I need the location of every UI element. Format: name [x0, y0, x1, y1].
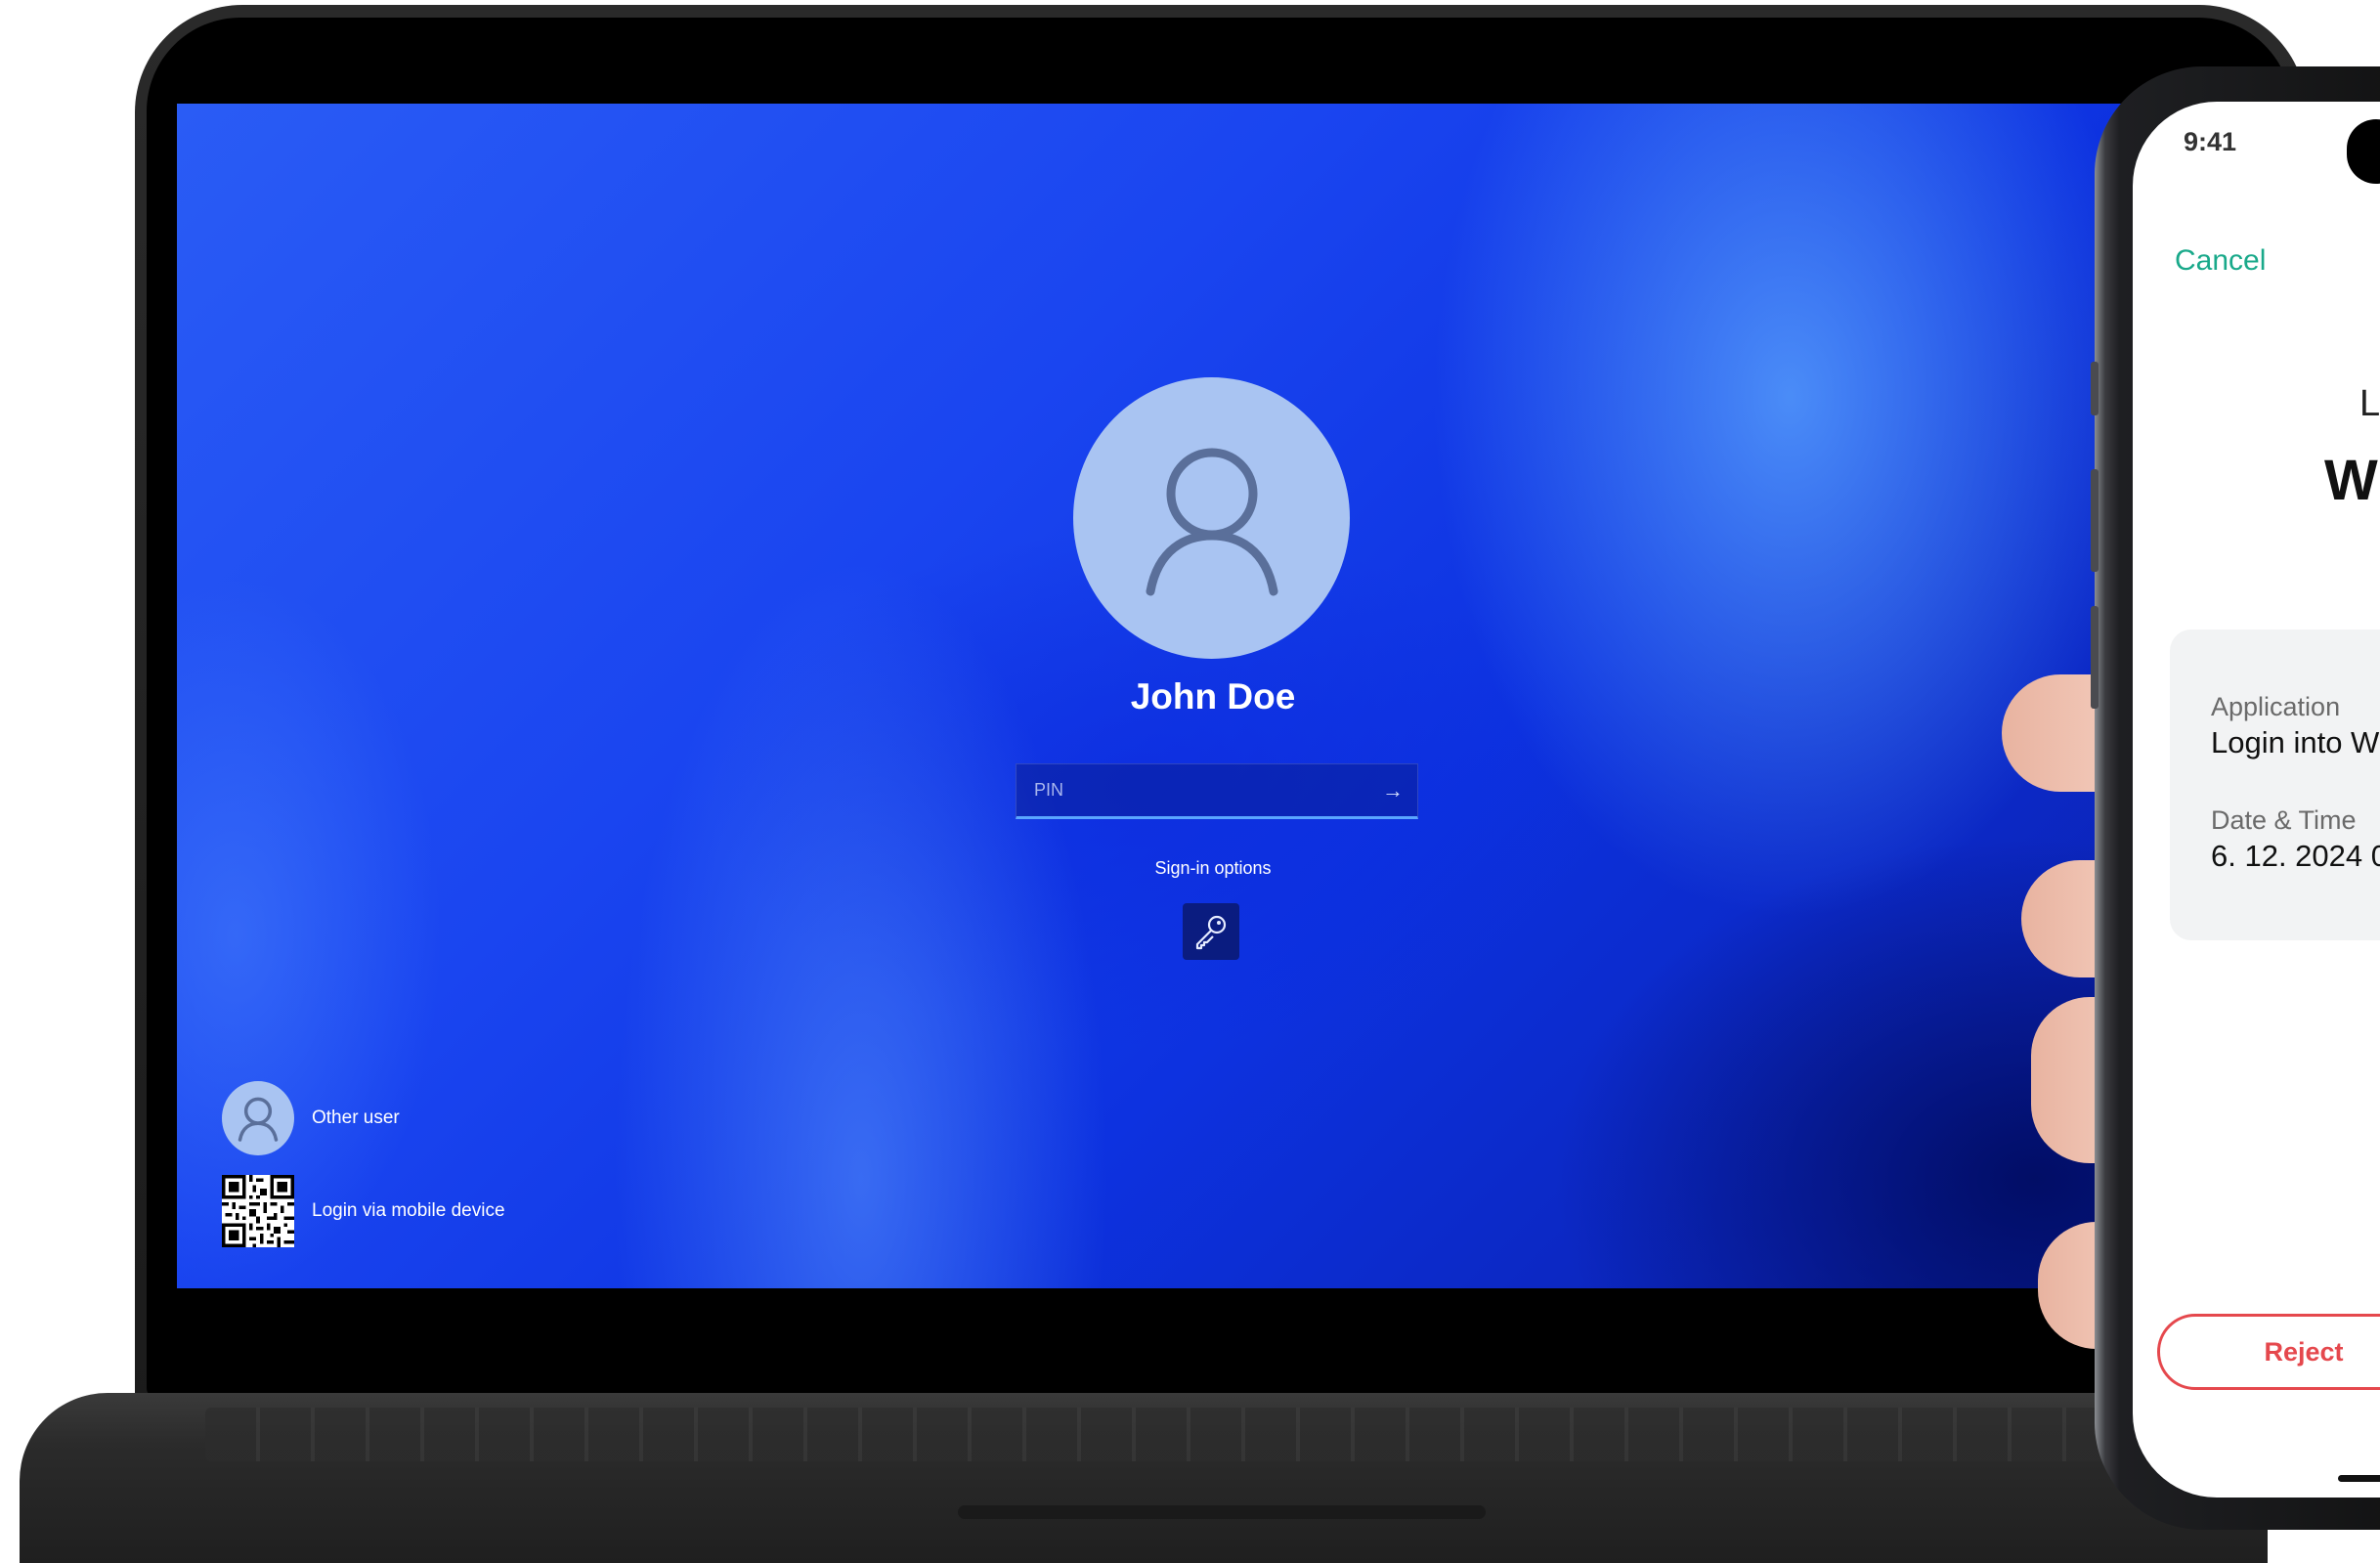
lock-screen: John Doe → Sign-in options Other user Lo… [177, 104, 2269, 1288]
phone-action-button [2091, 362, 2099, 415]
request-title-small: L [2359, 383, 2380, 424]
key-icon [1195, 915, 1227, 950]
status-bar-time: 9:41 [2184, 127, 2237, 156]
application-label: Application [2211, 692, 2341, 721]
laptop-keyboard [205, 1408, 2121, 1461]
user-icon [238, 1097, 279, 1142]
reject-button[interactable]: Reject [2157, 1314, 2380, 1390]
sign-in-options-link[interactable]: Sign-in options [1057, 858, 1369, 879]
qr-code-icon[interactable] [222, 1175, 294, 1247]
laptop-hinge [958, 1505, 1486, 1519]
request-title-large: W [2324, 449, 2378, 512]
pin-input[interactable] [1017, 779, 1368, 802]
cancel-button[interactable]: Cancel [2175, 244, 2266, 278]
other-user-avatar[interactable] [222, 1081, 294, 1155]
key-sign-in-button[interactable] [1183, 903, 1239, 960]
other-user-label[interactable]: Other user [312, 1107, 400, 1129]
datetime-value: 6. 12. 2024 09 [2211, 839, 2380, 873]
arrow-right-icon[interactable]: → [1368, 764, 1417, 816]
user-icon [1146, 448, 1277, 596]
user-avatar [1073, 377, 1350, 659]
home-indicator [2338, 1475, 2380, 1482]
phone-screen: 9:41 Cancel L W Application Login into W… [2133, 102, 2380, 1498]
request-details-card: Application Login into W Date & Time 6. … [2170, 630, 2380, 940]
pin-field[interactable]: → [1016, 763, 1418, 819]
login-via-mobile-label[interactable]: Login via mobile device [312, 1200, 505, 1222]
dynamic-island [2347, 119, 2380, 184]
application-value: Login into W [2211, 725, 2380, 760]
datetime-label: Date & Time [2211, 805, 2357, 835]
user-name: John Doe [1130, 676, 1296, 716]
phone-volume-down-button [2091, 606, 2099, 709]
phone-volume-up-button [2091, 469, 2099, 572]
